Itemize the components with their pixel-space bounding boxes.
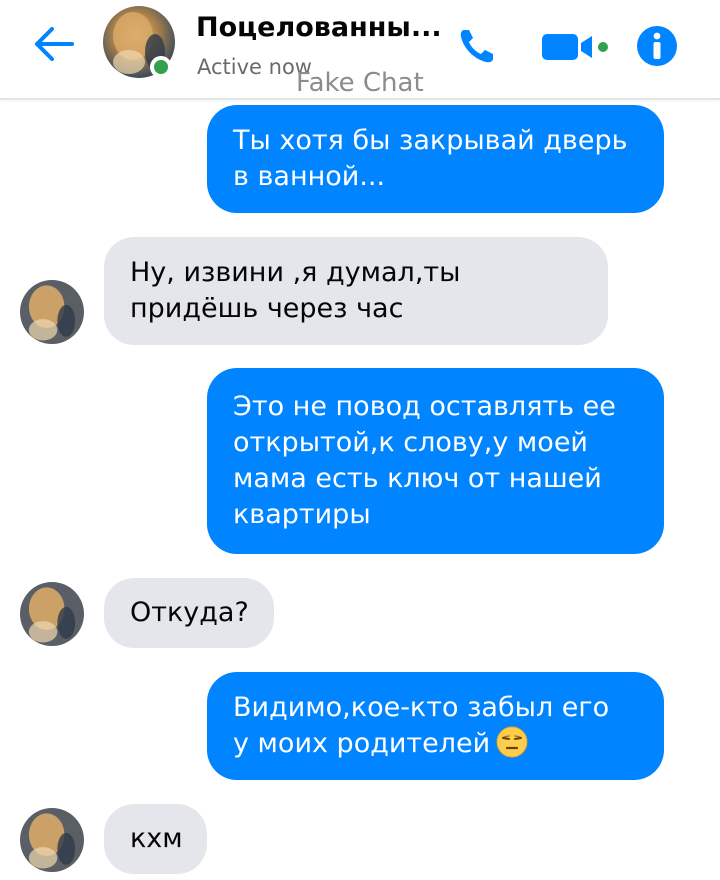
back-arrow-icon (35, 27, 74, 61)
message-bubble-incoming[interactable]: Откуда? (104, 578, 274, 648)
chat-screen: Поцелованны... Active now Fake Chat Ты х… (0, 0, 720, 880)
message-text: кхм (130, 823, 183, 854)
message-bubble-outgoing[interactable]: Это не повод оставлять ее открытой,к сло… (207, 368, 664, 554)
video-camera-icon (542, 34, 608, 60)
message-text: Видимо,кое-кто забыл его у моих родителе… (233, 692, 610, 759)
sender-avatar[interactable] (20, 280, 84, 344)
phone-icon (460, 30, 493, 63)
watermark: Fake Chat (296, 68, 424, 98)
message-bubble-incoming[interactable]: Ну, извини ,я думал,ты придёшь через час (104, 237, 608, 345)
message-bubble-incoming[interactable]: кхм (104, 804, 207, 874)
message-text: Ты хотя бы закрывай дверь в ванной... (233, 125, 628, 192)
info-button[interactable] (636, 25, 678, 67)
back-button[interactable] (30, 24, 78, 64)
call-button[interactable] (455, 24, 499, 68)
message-bubble-outgoing[interactable]: Видимо,кое-кто забыл его у моих родителе… (207, 672, 664, 780)
info-icon (637, 26, 677, 66)
message-text: Это не повод оставлять ее открытой,к сло… (233, 391, 616, 530)
sender-avatar[interactable] (20, 582, 84, 646)
video-call-button[interactable] (540, 28, 610, 64)
active-status: Active now (197, 55, 312, 79)
online-indicator (150, 56, 172, 78)
message-text: Откуда? (130, 597, 249, 628)
message-bubble-outgoing[interactable]: Ты хотя бы закрывай дверь в ванной... (207, 105, 664, 213)
expressionless-face-emoji (496, 726, 528, 758)
chat-header: Поцелованны... Active now Fake Chat (0, 0, 720, 100)
sender-avatar[interactable] (20, 808, 84, 872)
contact-name[interactable]: Поцелованны... (196, 12, 442, 43)
message-text: Ну, извини ,я думал,ты придёшь через час (130, 257, 461, 324)
